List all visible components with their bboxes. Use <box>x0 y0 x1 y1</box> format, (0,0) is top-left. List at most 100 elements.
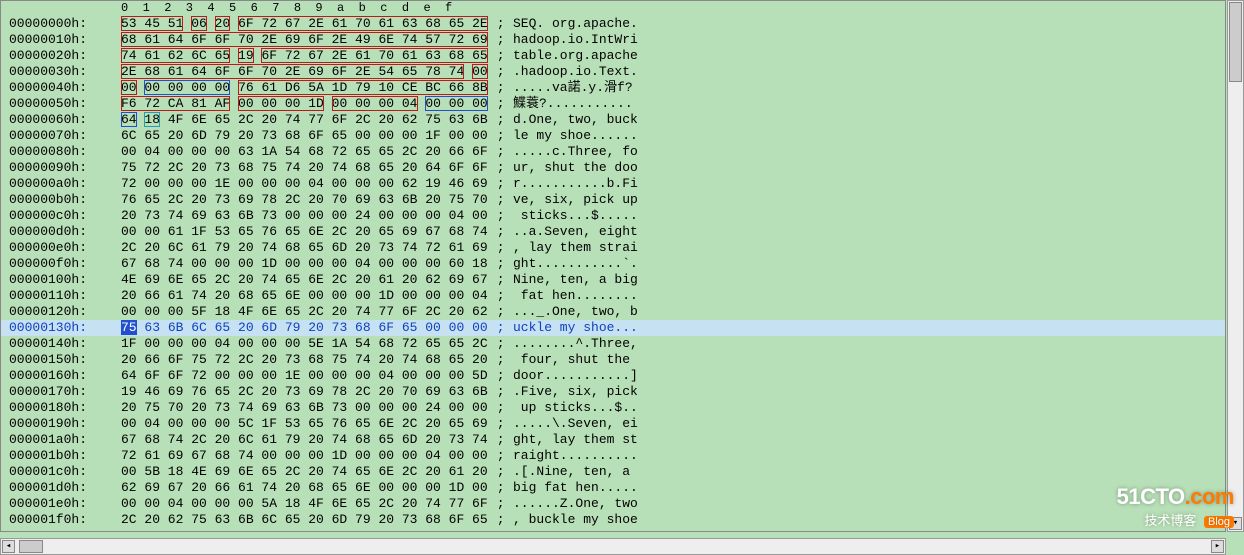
ascii-column[interactable]: sticks...$..... <box>513 208 638 224</box>
hex-segment[interactable]: 64 6F 6F 72 00 00 00 1E 00 00 00 04 00 0… <box>121 368 488 383</box>
hex-row[interactable]: 000000c0h:20 73 74 69 63 6B 73 00 00 00 … <box>1 208 1225 224</box>
hex-segment[interactable] <box>464 64 472 79</box>
hex-row[interactable]: 00000000h:53 45 51 06 20 6F 72 67 2E 61 … <box>1 16 1225 32</box>
hex-segment[interactable]: 76 61 D6 5A 1D 79 10 CE BC 66 8B <box>238 80 488 95</box>
hex-segment[interactable]: 2E 68 61 64 6F 6F 70 2E 69 6F 2E 54 65 7… <box>121 64 464 79</box>
hex-bytes[interactable]: 20 66 6F 75 72 2C 20 73 68 75 74 20 74 6… <box>121 352 489 368</box>
horizontal-scroll-thumb[interactable] <box>19 540 43 553</box>
hex-bytes[interactable]: 2C 20 62 75 63 6B 6C 65 20 6D 79 20 73 6… <box>121 512 489 528</box>
hex-bytes[interactable]: 2E 68 61 64 6F 6F 70 2E 69 6F 2E 54 65 7… <box>121 64 489 80</box>
hex-bytes[interactable]: 20 66 61 74 20 68 65 6E 00 00 00 1D 00 0… <box>121 288 489 304</box>
hex-segment[interactable]: 00 04 00 00 00 5C 1F 53 65 76 65 6E 2C 2… <box>121 416 488 431</box>
ascii-column[interactable]: r...........b.Fi <box>513 176 638 192</box>
hex-row[interactable]: 00000150h:20 66 6F 75 72 2C 20 73 68 75 … <box>1 352 1225 368</box>
hex-bytes[interactable]: 76 65 2C 20 73 69 78 2C 20 70 69 63 6B 2… <box>121 192 489 208</box>
horizontal-scrollbar[interactable]: ◂ ▸ <box>0 538 1226 555</box>
hex-bytes[interactable]: 00 04 00 00 00 63 1A 54 68 72 65 65 2C 2… <box>121 144 489 160</box>
hex-segment[interactable] <box>324 96 332 111</box>
hex-segment[interactable]: 00 00 04 00 00 00 5A 18 4F 6E 65 2C 20 7… <box>121 496 488 511</box>
hex-row[interactable]: 00000190h:00 04 00 00 00 5C 1F 53 65 76 … <box>1 416 1225 432</box>
hex-row[interactable]: 00000020h:74 61 62 6C 65 19 6F 72 67 2E … <box>1 48 1225 64</box>
hex-row[interactable]: 000001f0h:2C 20 62 75 63 6B 6C 65 20 6D … <box>1 512 1225 528</box>
hex-bytes[interactable]: 64 18 4F 6E 65 2C 20 74 77 6F 2C 20 62 7… <box>121 112 489 128</box>
ascii-column[interactable]: ........^.Three, <box>513 336 638 352</box>
hex-row[interactable]: 000001b0h:72 61 69 67 68 74 00 00 00 1D … <box>1 448 1225 464</box>
hex-bytes[interactable]: 62 69 67 20 66 61 74 20 68 65 6E 00 00 0… <box>121 480 489 496</box>
hex-segment[interactable]: 00 00 00 04 <box>332 96 418 111</box>
hex-segment[interactable]: 19 <box>238 48 254 63</box>
hex-bytes[interactable]: 19 46 69 76 65 2C 20 73 69 78 2C 20 70 6… <box>121 384 489 400</box>
hex-segment[interactable]: 00 00 00 1D <box>238 96 324 111</box>
hex-segment[interactable]: 00 00 00 5F 18 4F 6E 65 2C 20 74 77 6F 2… <box>121 304 488 319</box>
hex-segment[interactable]: 00 <box>472 64 488 79</box>
ascii-column[interactable]: d.One, two, buck <box>513 112 638 128</box>
hex-bytes[interactable]: 67 68 74 2C 20 6C 61 79 20 74 68 65 6D 2… <box>121 432 489 448</box>
hex-row[interactable]: 000000b0h:76 65 2C 20 73 69 78 2C 20 70 … <box>1 192 1225 208</box>
hex-bytes[interactable]: 6C 65 20 6D 79 20 73 68 6F 65 00 00 00 1… <box>121 128 489 144</box>
hex-segment[interactable]: F6 72 CA 81 AF <box>121 96 230 111</box>
hex-row[interactable]: 00000040h:00 00 00 00 00 76 61 D6 5A 1D … <box>1 80 1225 96</box>
hex-bytes[interactable]: 75 72 2C 20 73 68 75 74 20 74 68 65 20 6… <box>121 160 489 176</box>
ascii-column[interactable]: door...........] <box>513 368 638 384</box>
hex-segment[interactable]: 4E 69 6E 65 2C 20 74 65 6E 2C 20 61 20 6… <box>121 272 488 287</box>
hex-segment[interactable]: 2C 20 62 75 63 6B 6C 65 20 6D 79 20 73 6… <box>121 512 488 527</box>
hex-segment[interactable] <box>230 96 238 111</box>
hex-bytes[interactable]: 20 75 70 20 73 74 69 63 6B 73 00 00 00 2… <box>121 400 489 416</box>
hex-segment[interactable]: 20 66 61 74 20 68 65 6E 00 00 00 1D 00 0… <box>121 288 488 303</box>
hex-segment[interactable]: 6F 72 67 2E 61 70 61 63 68 65 2E <box>238 16 488 31</box>
scroll-right-icon[interactable]: ▸ <box>1211 540 1224 553</box>
ascii-column[interactable]: hadoop.io.IntWri <box>513 32 638 48</box>
hex-row[interactable]: 00000140h:1F 00 00 00 04 00 00 00 5E 1A … <box>1 336 1225 352</box>
hex-bytes[interactable]: 00 00 04 00 00 00 5A 18 4F 6E 65 2C 20 7… <box>121 496 489 512</box>
hex-row[interactable]: 00000100h:4E 69 6E 65 2C 20 74 65 6E 2C … <box>1 272 1225 288</box>
hex-bytes[interactable]: 00 00 00 5F 18 4F 6E 65 2C 20 74 77 6F 2… <box>121 304 489 320</box>
ascii-column[interactable]: .[.Nine, ten, a <box>513 464 638 480</box>
hex-row[interactable]: 00000060h:64 18 4F 6E 65 2C 20 74 77 6F … <box>1 112 1225 128</box>
hex-row[interactable]: 000001a0h:67 68 74 2C 20 6C 61 79 20 74 … <box>1 432 1225 448</box>
ascii-column[interactable]: uckle my shoe... <box>513 320 638 336</box>
ascii-column[interactable]: ght, lay them st <box>513 432 638 448</box>
hex-bytes[interactable]: 72 61 69 67 68 74 00 00 00 1D 00 00 00 0… <box>121 448 489 464</box>
vertical-scrollbar[interactable]: ▴ ▾ <box>1227 0 1244 532</box>
ascii-column[interactable]: .hadoop.io.Text. <box>513 64 638 80</box>
hex-bytes[interactable]: 68 61 64 6F 6F 70 2E 69 6F 2E 49 6E 74 5… <box>121 32 489 48</box>
hex-segment[interactable]: 6F 72 67 2E 61 70 61 63 68 65 <box>261 48 487 63</box>
ascii-column[interactable]: SEQ. org.apache. <box>513 16 638 32</box>
hex-row[interactable]: 00000010h:68 61 64 6F 6F 70 2E 69 6F 2E … <box>1 32 1225 48</box>
ascii-column[interactable]: .....\.Seven, ei <box>513 416 638 432</box>
hex-row[interactable]: 00000050h:F6 72 CA 81 AF 00 00 00 1D 00 … <box>1 96 1225 112</box>
hex-segment[interactable]: 00 00 00 <box>425 96 487 111</box>
hex-segment[interactable]: 74 61 62 6C 65 <box>121 48 230 63</box>
ascii-column[interactable]: table.org.apache <box>513 48 638 64</box>
hex-segment[interactable] <box>207 16 215 31</box>
hex-bytes[interactable]: 53 45 51 06 20 6F 72 67 2E 61 70 61 63 6… <box>121 16 489 32</box>
hex-segment[interactable]: 62 69 67 20 66 61 74 20 68 65 6E 00 00 0… <box>121 480 488 495</box>
hex-row[interactable]: 00000160h:64 6F 6F 72 00 00 00 1E 00 00 … <box>1 368 1225 384</box>
hex-row[interactable]: 000001d0h:62 69 67 20 66 61 74 20 68 65 … <box>1 480 1225 496</box>
hex-segment[interactable]: 67 68 74 00 00 00 1D 00 00 00 04 00 00 0… <box>121 256 488 271</box>
hex-row[interactable]: 000000f0h:67 68 74 00 00 00 1D 00 00 00 … <box>1 256 1225 272</box>
hex-segment[interactable]: 20 73 74 69 63 6B 73 00 00 00 24 00 00 0… <box>121 208 488 223</box>
hex-segment[interactable] <box>230 16 238 31</box>
hex-bytes[interactable]: 00 04 00 00 00 5C 1F 53 65 76 65 6E 2C 2… <box>121 416 489 432</box>
ascii-column[interactable]: ......Z.One, two <box>513 496 638 512</box>
ascii-column[interactable]: ..._.One, two, b <box>513 304 638 320</box>
hex-segment[interactable]: 76 65 2C 20 73 69 78 2C 20 70 69 63 6B 2… <box>121 192 488 207</box>
hex-bytes[interactable]: 74 61 62 6C 65 19 6F 72 67 2E 61 70 61 6… <box>121 48 489 64</box>
hex-bytes[interactable]: 75 63 6B 6C 65 20 6D 79 20 73 68 6F 65 0… <box>121 320 489 336</box>
hex-segment[interactable]: 53 45 51 <box>121 16 183 31</box>
hex-bytes[interactable]: 00 5B 18 4E 69 6E 65 2C 20 74 65 6E 2C 2… <box>121 464 489 480</box>
hex-bytes[interactable]: 72 00 00 00 1E 00 00 00 04 00 00 00 62 1… <box>121 176 489 192</box>
hex-segment[interactable]: 72 00 00 00 1E 00 00 00 04 00 00 00 62 1… <box>121 176 488 191</box>
hex-segment[interactable]: 4F 6E 65 2C 20 74 77 6F 2C 20 62 75 63 6… <box>168 112 488 127</box>
ascii-column[interactable]: ..a.Seven, eight <box>513 224 638 240</box>
hex-bytes[interactable]: 00 00 00 00 00 76 61 D6 5A 1D 79 10 CE B… <box>121 80 489 96</box>
hex-segment[interactable] <box>230 48 238 63</box>
scroll-left-icon[interactable]: ◂ <box>2 540 15 553</box>
hex-bytes[interactable]: 20 73 74 69 63 6B 73 00 00 00 24 00 00 0… <box>121 208 489 224</box>
hex-bytes[interactable]: 64 6F 6F 72 00 00 00 1E 00 00 00 04 00 0… <box>121 368 489 384</box>
hex-row[interactable]: 00000170h:19 46 69 76 65 2C 20 73 69 78 … <box>1 384 1225 400</box>
hex-row[interactable]: 000001e0h:00 00 04 00 00 00 5A 18 4F 6E … <box>1 496 1225 512</box>
hex-segment[interactable]: 00 <box>121 80 137 95</box>
ascii-column[interactable]: four, shut the <box>513 352 638 368</box>
